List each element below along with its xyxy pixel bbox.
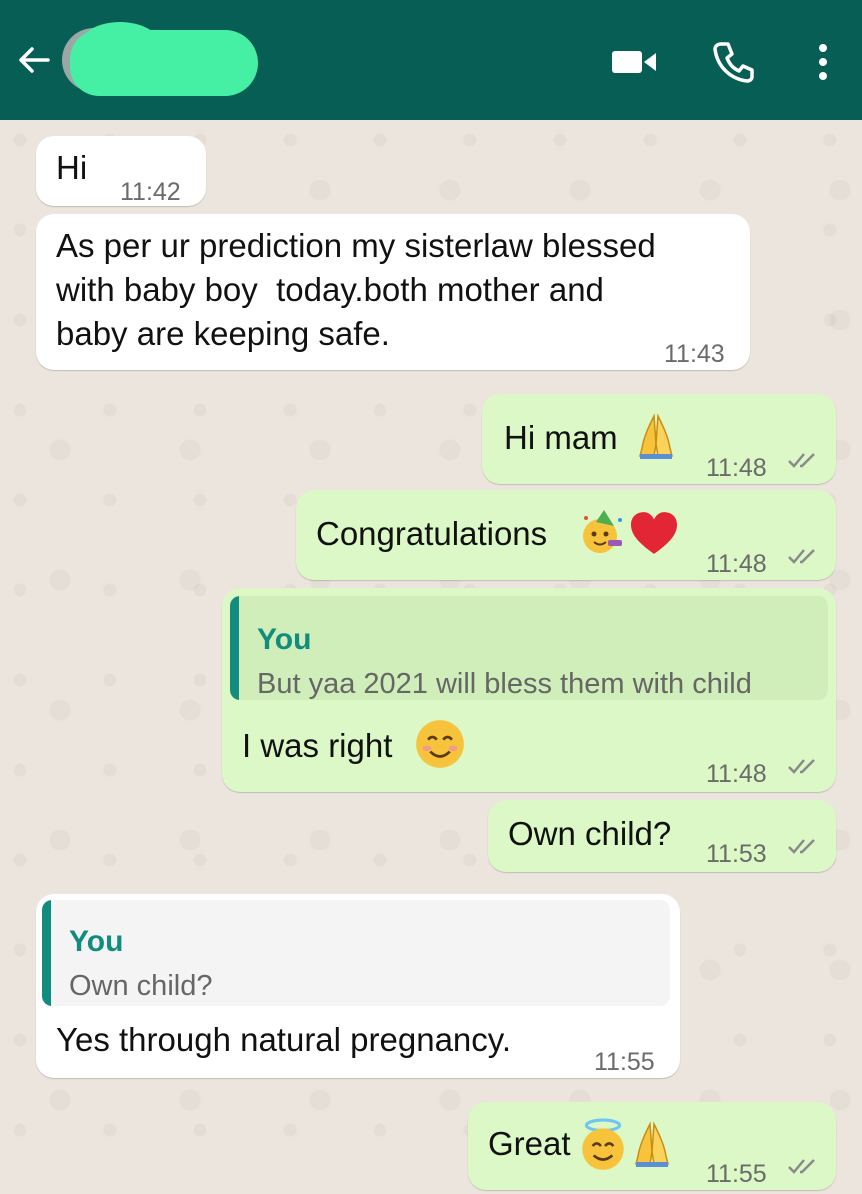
- quoted-message[interactable]: You Own child?: [42, 900, 670, 1006]
- more-options-icon[interactable]: [808, 40, 838, 84]
- contact-name-redacted[interactable]: [70, 22, 258, 96]
- message-text: Hi mam: [504, 419, 618, 456]
- message-incoming-reply[interactable]: You Own child? Yes through natural pregn…: [36, 894, 680, 1078]
- message-outgoing[interactable]: Own child? 11:53: [488, 800, 836, 872]
- message-time: 11:42: [120, 178, 181, 206]
- quote-accent-bar: [42, 900, 51, 1006]
- smiling-face-icon: [416, 720, 464, 768]
- praying-hands-icon: [635, 1121, 669, 1167]
- voice-call-icon[interactable]: [712, 40, 756, 84]
- read-receipt-icon: [788, 1159, 815, 1174]
- quote-author: You: [257, 623, 312, 656]
- partying-face-icon: [583, 510, 622, 553]
- message-time: 11:55: [594, 1048, 655, 1076]
- message-text: Yes through natural pregnancy.: [56, 1021, 511, 1058]
- message-line: As per ur prediction my sisterlaw blesse…: [56, 227, 656, 264]
- message-text: I was right: [242, 727, 393, 764]
- back-arrow-icon[interactable]: [14, 40, 54, 80]
- message-time: 11:48: [706, 760, 767, 788]
- red-heart-icon: [631, 512, 677, 554]
- read-receipt-icon: [788, 759, 815, 774]
- read-receipt-icon: [788, 839, 815, 854]
- message-time: 11:48: [706, 454, 767, 482]
- message-text: Great: [488, 1125, 571, 1162]
- message-outgoing-reply[interactable]: You But yaa 2021 will bless them with ch…: [222, 588, 836, 792]
- read-receipt-icon: [788, 549, 815, 564]
- message-outgoing[interactable]: Great 11:55: [468, 1102, 836, 1190]
- message-line: baby are keeping safe.: [56, 315, 390, 352]
- read-receipt-icon: [788, 453, 815, 468]
- message-time: 11:48: [706, 550, 767, 578]
- message-time: 11:43: [664, 340, 725, 368]
- praying-hands-icon: [639, 413, 673, 459]
- message-time: 11:53: [706, 840, 767, 868]
- video-call-icon[interactable]: [610, 46, 658, 78]
- message-incoming[interactable]: Hi 11:42: [36, 136, 206, 206]
- message-outgoing[interactable]: Hi mam 11:48: [482, 394, 836, 484]
- message-incoming[interactable]: As per ur prediction my sisterlaw blesse…: [36, 214, 750, 370]
- message-text: Hi: [56, 149, 88, 186]
- quote-accent-bar: [230, 596, 239, 700]
- message-text: Own child?: [508, 815, 672, 852]
- message-line: with baby boy today.both mother and: [56, 271, 604, 308]
- quoted-message[interactable]: You But yaa 2021 will bless them with ch…: [230, 596, 828, 700]
- message-text: Congratulations: [316, 515, 548, 552]
- quote-author: You: [69, 925, 124, 958]
- chat-area[interactable]: Hi 11:42 As per ur prediction my sisterl…: [0, 120, 862, 1194]
- quote-text: Own child?: [69, 970, 213, 1002]
- message-time: 11:55: [706, 1160, 767, 1188]
- quote-text: But yaa 2021 will bless them with child: [257, 668, 752, 700]
- smiling-face-with-halo-icon: [582, 1118, 624, 1170]
- chat-header: [0, 0, 862, 120]
- message-outgoing[interactable]: Congratulations 11:48: [296, 490, 836, 580]
